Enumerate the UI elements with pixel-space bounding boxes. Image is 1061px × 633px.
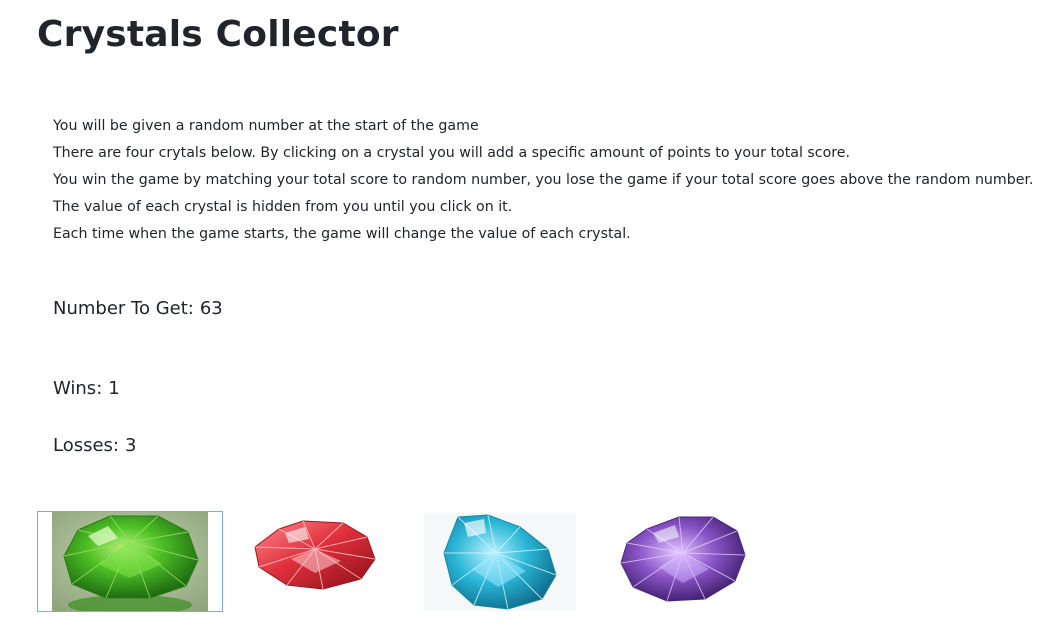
number-to-get-value: 63 xyxy=(199,298,223,319)
red-crystal-icon xyxy=(254,520,376,590)
blue-crystal-button[interactable] xyxy=(424,513,576,611)
instruction-item: There are four crytals below. By clickin… xyxy=(53,145,851,161)
green-crystal-icon xyxy=(52,512,208,611)
instruction-item: You win the game by matching your total … xyxy=(53,172,1034,188)
wins-label: Wins: xyxy=(53,378,103,399)
losses-counter: Losses: 3 xyxy=(53,434,136,458)
wins-value: 1 xyxy=(108,378,120,399)
blue-crystal-icon xyxy=(424,513,576,611)
losses-label: Losses: xyxy=(53,435,119,456)
number-to-get: Number To Get: 63 xyxy=(53,297,223,321)
green-crystal-button[interactable] xyxy=(37,511,223,612)
instruction-item: The value of each crystal is hidden from… xyxy=(53,199,513,215)
page-title: Crystals Collector xyxy=(37,14,399,55)
losses-value: 3 xyxy=(125,435,137,456)
instructions-list: You will be given a random number at the… xyxy=(53,113,1034,248)
instruction-item: You will be given a random number at the… xyxy=(53,118,479,134)
purple-crystal-icon xyxy=(620,516,746,602)
red-crystal-button[interactable] xyxy=(251,515,377,595)
purple-crystal-button[interactable] xyxy=(617,513,749,605)
number-to-get-label: Number To Get: xyxy=(53,298,194,319)
instruction-item: Each time when the game starts, the game… xyxy=(53,226,631,242)
wins-counter: Wins: 1 xyxy=(53,377,120,401)
